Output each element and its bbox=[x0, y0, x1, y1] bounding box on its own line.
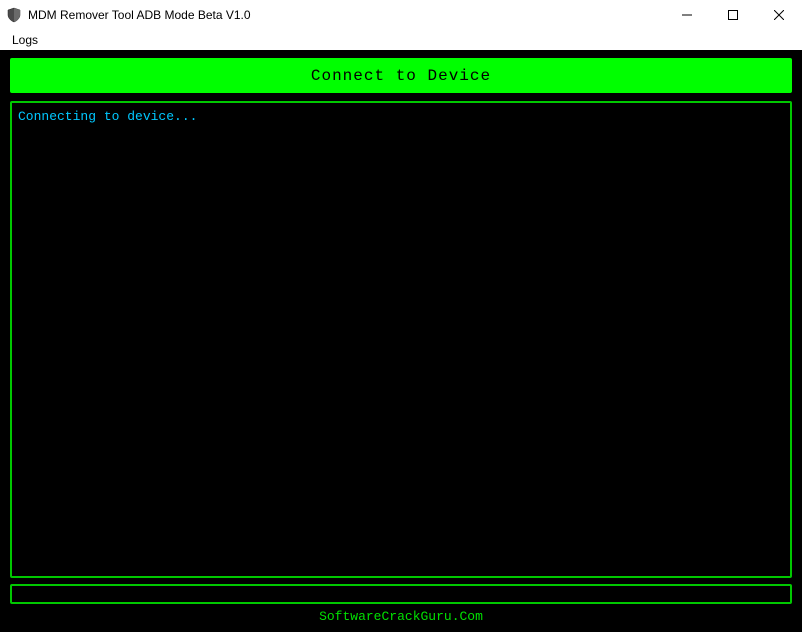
close-button[interactable] bbox=[756, 0, 802, 30]
window-title: MDM Remover Tool ADB Mode Beta V1.0 bbox=[28, 8, 251, 22]
titlebar: MDM Remover Tool ADB Mode Beta V1.0 bbox=[0, 0, 802, 30]
connect-button[interactable]: Connect to Device bbox=[10, 58, 792, 93]
minimize-button[interactable] bbox=[664, 0, 710, 30]
menubar: Logs bbox=[0, 30, 802, 50]
app-icon bbox=[6, 7, 22, 23]
footer-link[interactable]: SoftwareCrackGuru.Com bbox=[319, 609, 483, 624]
client-area: Connect to Device Connecting to device..… bbox=[0, 50, 802, 632]
menu-logs[interactable]: Logs bbox=[8, 33, 42, 47]
log-panel: Connecting to device... bbox=[10, 101, 792, 578]
maximize-button[interactable] bbox=[710, 0, 756, 30]
window-controls bbox=[664, 0, 802, 30]
footer: SoftwareCrackGuru.Com bbox=[10, 608, 792, 626]
log-line: Connecting to device... bbox=[18, 109, 197, 124]
status-bar bbox=[10, 584, 792, 604]
